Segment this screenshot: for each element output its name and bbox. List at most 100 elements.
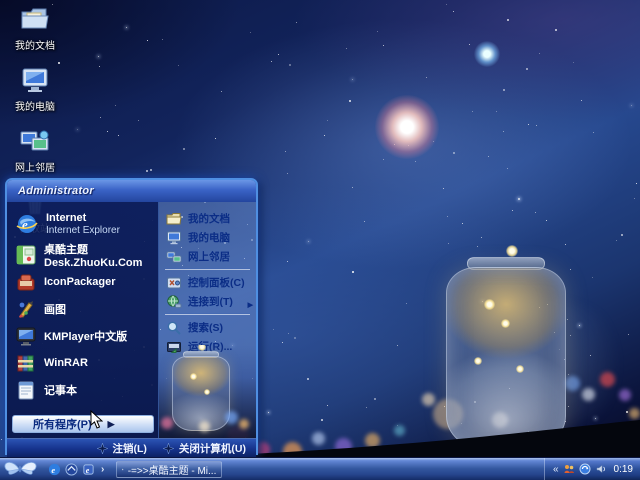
firefly [501, 319, 510, 328]
bokeh-light [581, 387, 595, 401]
computer-monitor-icon [22, 68, 48, 92]
desktop-icon-label: 我的电脑 [15, 102, 55, 113]
svg-text:e: e [86, 465, 90, 474]
start-menu-places-column: 我的文档 我的电脑 网上邻居 控制面板(C) 连接到(T) ▶ 搜索(S) [159, 202, 256, 438]
desktop-icon-label: 网上邻居 [15, 163, 55, 174]
documents-folder-icon [21, 8, 49, 29]
quick-launch-ie-icon[interactable]: e [48, 463, 61, 476]
start-item-paint[interactable]: 画图 [7, 295, 159, 322]
start-item-label: 网上邻居 [188, 251, 230, 263]
desktop-icon-my-documents[interactable]: 我的文档 [6, 4, 64, 54]
bokeh-light [239, 419, 249, 429]
turn-off-icon [162, 442, 174, 454]
desktop-screen: 我的文档 我的电脑 网上邻居 Administrator e Internet … [0, 0, 640, 480]
task-button-page-icon [122, 468, 124, 470]
start-item-title: KMPlayer中文版 [44, 330, 128, 343]
desktop-icon-network-places[interactable]: 网上邻居 [6, 126, 64, 176]
start-item-label: 搜索(S) [188, 322, 223, 334]
start-item-control-panel[interactable]: 控制面板(C) [159, 273, 256, 292]
bokeh-light [199, 421, 210, 432]
start-item-winrar[interactable]: WinRAR [7, 349, 159, 376]
my-computer-icon [167, 231, 181, 244]
start-button[interactable] [0, 458, 44, 480]
search-icon [167, 321, 181, 335]
winrar-icon [17, 355, 34, 371]
all-programs-label: 所有程序(P) [33, 419, 92, 431]
cyan-star [474, 41, 500, 67]
bokeh-light [225, 411, 238, 424]
start-item-network-places[interactable]: 网上邻居 [159, 247, 256, 266]
start-item-internet[interactable]: e Internet Internet Explorer [7, 207, 159, 241]
start-item-label: 控制面板(C) [188, 277, 245, 289]
tray-messenger-icon[interactable] [563, 463, 575, 475]
task-button-label: -=>>桌酷主题 - Mi... [127, 465, 217, 477]
network-places-icon [20, 130, 49, 151]
firefly [506, 245, 518, 257]
quick-launch-show-desktop-icon[interactable] [65, 462, 78, 476]
firefly [474, 357, 482, 365]
tray-update-icon[interactable] [579, 463, 591, 475]
all-programs-arrow-icon [108, 418, 115, 430]
taskbar-task-button[interactable]: -=>>桌酷主题 - Mi... [116, 460, 223, 478]
bokeh-light [564, 375, 580, 391]
log-off-button[interactable]: 注销(L) [96, 441, 147, 456]
user-name: Administrator [18, 185, 95, 197]
zhuoku-theme-icon [16, 245, 36, 264]
menu-separator [165, 269, 250, 270]
my-documents-icon [166, 212, 182, 224]
start-item-kmplayer[interactable]: KMPlayer中文版 [7, 322, 159, 349]
start-item-label: 连接到(T) [188, 296, 233, 308]
start-item-my-computer[interactable]: 我的电脑 [159, 228, 256, 247]
quick-launch-overflow-chevron[interactable] [99, 464, 106, 475]
start-item-notepad[interactable]: 记事本 [7, 376, 159, 403]
notepad-icon [18, 381, 34, 399]
start-item-label: 我的电脑 [188, 232, 230, 244]
log-off-label: 注销(L) [112, 442, 147, 455]
start-item-title: 桌酷主题Desk.ZhuoKu.Com [44, 243, 143, 269]
desktop-icon-my-computer[interactable]: 我的电脑 [6, 65, 64, 115]
butterfly-start-icon [4, 461, 37, 475]
firefly [484, 299, 495, 310]
menu-jar-artwork [159, 345, 256, 438]
menu-separator [165, 314, 250, 315]
connect-to-icon [167, 294, 182, 308]
firefly [190, 373, 197, 380]
start-item-title: 画图 [44, 303, 66, 316]
iconpackager-icon [17, 274, 35, 290]
quick-launch-bar: e e [44, 462, 110, 476]
tray-clock[interactable]: 0:19 [614, 464, 633, 475]
mini-jar [172, 345, 230, 431]
firefly [516, 365, 524, 373]
tray-collapse-chevron[interactable] [553, 464, 559, 475]
paint-icon [19, 300, 33, 318]
quick-launch-browser-icon[interactable]: e [82, 463, 95, 476]
kmplayer-icon [16, 327, 36, 345]
log-off-icon [96, 442, 108, 454]
start-menu-pinned-column: e Internet Internet Explorer 桌酷主题Desk.Zh… [7, 202, 159, 438]
start-menu-body: e Internet Internet Explorer 桌酷主题Desk.Zh… [7, 202, 256, 438]
firefly [204, 389, 210, 395]
start-item-my-documents[interactable]: 我的文档 [159, 209, 256, 228]
bokeh-light [161, 417, 173, 429]
mini-jar-body [172, 356, 230, 431]
turn-off-button[interactable]: 关闭计算机(U) [162, 441, 246, 456]
system-tray: 0:19 [544, 458, 640, 480]
start-item-connect-to[interactable]: 连接到(T) [159, 292, 256, 311]
start-item-title: Internet [46, 212, 87, 224]
control-panel-icon [167, 277, 181, 288]
svg-text:e: e [22, 217, 28, 232]
tray-volume-icon[interactable] [595, 463, 607, 475]
start-item-zhuoku-theme[interactable]: 桌酷主题Desk.ZhuoKu.Com [7, 241, 159, 269]
submenu-arrow-icon [248, 298, 253, 310]
bright-star [375, 95, 439, 159]
desktop-icon-label: 我的文档 [15, 41, 55, 52]
start-item-iconpackager[interactable]: IconPackager [7, 268, 159, 295]
start-menu-footer: 注销(L) 关闭计算机(U) [7, 438, 256, 457]
start-item-search[interactable]: 搜索(S) [159, 318, 256, 337]
start-item-title: WinRAR [44, 356, 88, 369]
network-places-icon [166, 251, 182, 262]
start-menu: Administrator e Internet Internet Explor… [5, 178, 258, 457]
start-menu-user-banner: Administrator [7, 180, 256, 202]
svg-text:e: e [51, 465, 55, 474]
all-programs-button[interactable]: 所有程序(P) [12, 415, 154, 433]
